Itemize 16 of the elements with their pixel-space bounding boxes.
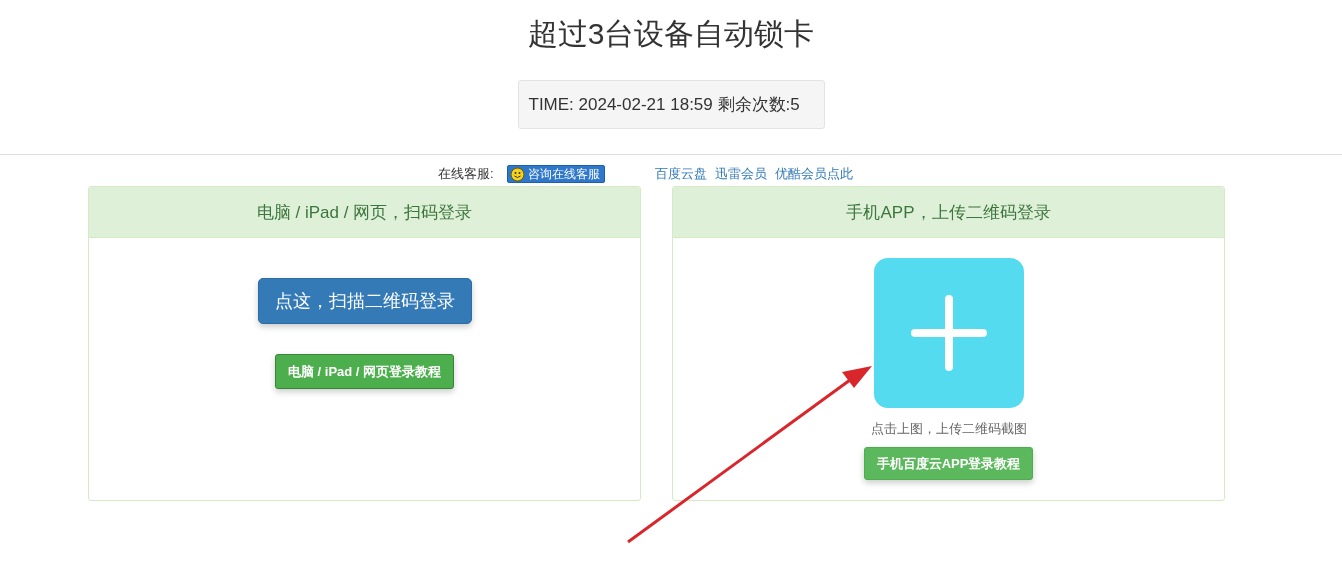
plus-icon [910,295,987,371]
support-button[interactable]: 咨询在线客服 [506,165,605,183]
panel-heading: 手机APP，上传二维码登录 [673,187,1224,238]
panel-heading: 电脑 / iPad / 网页，扫码登录 [89,187,640,238]
page-title: 超过3台设备自动锁卡 [527,16,815,52]
upload-button[interactable] [873,258,1024,408]
upload-hint: 点击上图，上传二维码截图 [870,420,1027,438]
service-link[interactable]: 优酷会员点此 [774,165,853,183]
scan-login-button[interactable]: 点这，扫描二维码登录 [257,278,472,324]
tutorial-button[interactable]: 电脑 / iPad / 网页登录教程 [274,354,455,389]
service-link[interactable]: 百度云盘 [654,165,707,183]
support-label: 在线客服: [438,165,494,183]
service-link[interactable]: 迅雷会员 [714,165,767,183]
tutorial-button[interactable]: 手机百度云APP登录教程 [863,447,1034,480]
time-box: TIME: 2024-02-21 18:59 剩余次数:5 [517,80,825,129]
smiley-icon [509,166,525,182]
